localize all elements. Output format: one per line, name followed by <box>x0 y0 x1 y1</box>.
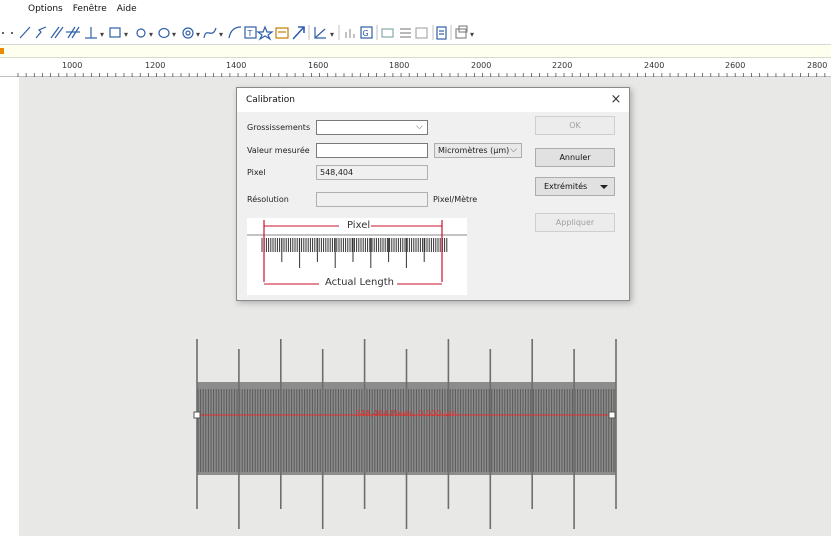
ruler-label: 2600 <box>725 61 746 70</box>
apply-button[interactable]: Appliquer <box>535 213 615 232</box>
menu-options[interactable]: Options <box>28 4 63 14</box>
chevron-down-icon: ⌵ <box>510 145 517 155</box>
ruler-ticks <box>17 73 826 77</box>
dropdown-icon[interactable]: ▾ <box>149 30 153 39</box>
dropdown-icon[interactable]: ▾ <box>470 30 474 39</box>
star-icon[interactable] <box>256 25 274 41</box>
calibration-diagram: Pixel Actual Length <box>247 218 467 295</box>
cancel-button[interactable]: Annuler <box>535 148 615 167</box>
pixel-label: Pixel <box>247 168 266 177</box>
line-icon[interactable] <box>19 26 31 39</box>
notes-icon[interactable] <box>436 26 447 40</box>
ruler-label: 1000 <box>62 61 83 70</box>
dot-icon[interactable] <box>11 32 13 34</box>
measurement-label: 548,404 Pixels, 0,000 µm <box>355 409 457 418</box>
dropdown-icon[interactable]: ▾ <box>124 30 128 39</box>
arrow-icon[interactable] <box>292 26 305 40</box>
curve-icon[interactable] <box>203 27 217 39</box>
menu-window[interactable]: Fenêtre <box>73 4 107 14</box>
ruler-label: 1200 <box>145 61 166 70</box>
active-document-marker <box>0 48 4 54</box>
measurement-handle-left[interactable] <box>193 411 201 419</box>
measured-value-label: Valeur mesurée <box>247 146 310 155</box>
toolbar: ▾ ▾ ▾ ▾ ▾ ▾ T ▾ G ▾ <box>0 18 831 45</box>
dropdown-icon[interactable]: ▾ <box>219 30 223 39</box>
calibration-dialog: Calibration × Grossissements ⌵ Valeur me… <box>236 87 630 301</box>
layout-icon[interactable] <box>415 27 428 39</box>
caret-down-icon <box>600 185 608 189</box>
document-strip <box>0 45 831 58</box>
menu-bar: Options Fenêtre Aide <box>0 0 831 18</box>
concentric-icon[interactable] <box>182 27 194 39</box>
parallel-icon[interactable] <box>50 26 64 39</box>
close-button[interactable]: × <box>607 91 625 109</box>
rectangle-icon[interactable] <box>109 27 121 38</box>
dialog-title: Calibration <box>246 95 295 105</box>
ruler-label: 1400 <box>226 61 247 70</box>
export-icon[interactable] <box>381 28 394 38</box>
scale-bar-icon[interactable] <box>275 27 289 39</box>
ruler-label: 1800 <box>389 61 410 70</box>
chevron-down-icon: ⌵ <box>416 122 423 132</box>
svg-text:G: G <box>363 29 369 38</box>
ruler-label: 1600 <box>308 61 329 70</box>
ruler-label: 2800 <box>807 61 828 70</box>
endpoints-button[interactable]: Extrémités <box>535 177 615 196</box>
angle-icon[interactable] <box>314 27 326 39</box>
polyline-icon[interactable] <box>35 26 47 39</box>
ruler-label: 2000 <box>471 61 492 70</box>
ruler-label: 2400 <box>644 61 665 70</box>
circle-icon[interactable] <box>136 28 146 38</box>
perpendicular-icon[interactable] <box>85 27 97 39</box>
double-parallel-icon[interactable] <box>66 26 80 39</box>
pixel-value: 548,404 <box>320 168 354 177</box>
horizontal-ruler: 1000 1200 1400 1600 1800 2000 2200 2400 … <box>0 58 831 77</box>
unit-select[interactable]: Micromètres (µm) ⌵ <box>434 143 522 158</box>
resolution-label: Résolution <box>247 195 289 204</box>
dropdown-icon[interactable]: ▾ <box>330 30 334 39</box>
diagram-pixel-label: Pixel <box>347 220 371 231</box>
resolution-unit: Pixel/Mètre <box>433 195 478 204</box>
ellipse-icon[interactable] <box>158 27 170 39</box>
dropdown-icon[interactable]: ▾ <box>196 30 200 39</box>
text-icon[interactable]: T <box>244 26 257 39</box>
magnification-label: Grossissements <box>247 123 311 132</box>
arc-icon[interactable] <box>228 26 242 39</box>
menu-help[interactable]: Aide <box>117 4 137 14</box>
chart-icon[interactable] <box>345 29 355 38</box>
diagram-actual-length-label: Actual Length <box>325 277 394 288</box>
resolution-value-field <box>316 192 428 207</box>
calibration-icon[interactable]: G <box>360 26 373 39</box>
endpoints-label: Extrémités <box>544 182 588 191</box>
dropdown-icon[interactable]: ▾ <box>172 30 176 39</box>
magnification-select[interactable]: ⌵ <box>316 120 428 135</box>
align-icon[interactable] <box>400 28 411 38</box>
toolbar-icons: ▾ ▾ ▾ ▾ ▾ ▾ T ▾ G ▾ <box>2 25 474 41</box>
window-icon[interactable] <box>455 25 468 39</box>
measured-value-input[interactable] <box>316 143 428 158</box>
unit-value: Micromètres (µm) <box>438 146 510 155</box>
measurement-handle-right[interactable] <box>608 411 616 419</box>
pixel-value-field: 548,404 <box>316 165 428 180</box>
dot-icon[interactable] <box>2 32 4 34</box>
vertical-ruler <box>0 77 19 536</box>
dialog-titlebar[interactable]: Calibration × <box>237 88 629 112</box>
dropdown-icon[interactable]: ▾ <box>100 30 104 39</box>
svg-text:T: T <box>247 29 253 38</box>
ruler-label: 2200 <box>552 61 573 70</box>
ok-button[interactable]: OK <box>535 116 615 135</box>
